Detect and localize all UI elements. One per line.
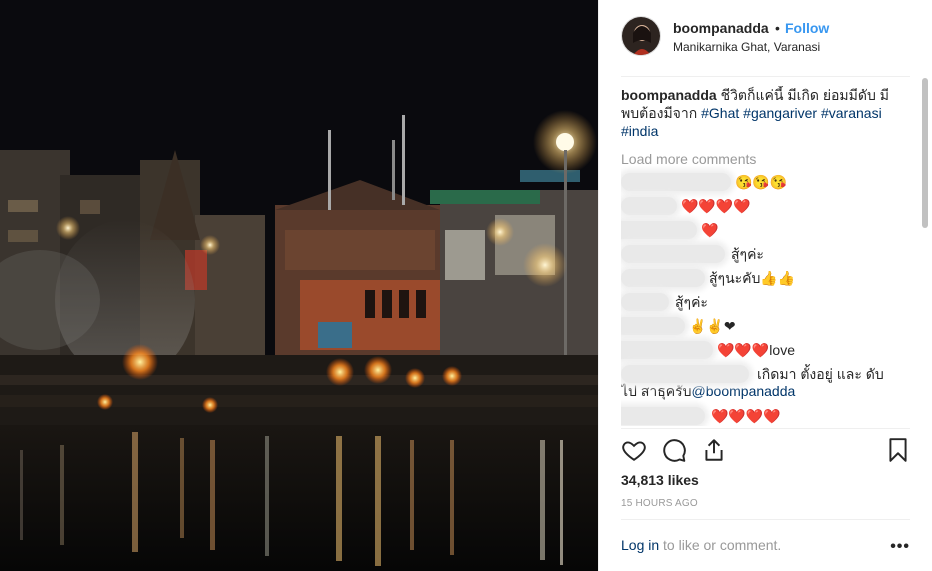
login-prompt-text: to like or comment. xyxy=(659,537,782,553)
follow-button[interactable]: Follow xyxy=(785,20,829,36)
comments-list[interactable]: boompanadda ชีวิตก็แค่นี้ มีเกิด ย่อมมีด… xyxy=(621,86,907,426)
comment-text: สู้ๆนะคับ👍👍 xyxy=(709,270,796,286)
comment-text: เกิดมา ตั้งอยู่ และ ดับ xyxy=(757,366,884,382)
login-link[interactable]: Log in xyxy=(621,537,659,553)
comment-row: สู้ๆนะคับ👍👍 xyxy=(621,266,907,290)
comment-continuation: ไป สาธุครับ@boompanadda xyxy=(621,382,907,404)
caption: boompanadda ชีวิตก็แค่นี้ มีเกิด ย่อมมีด… xyxy=(621,86,907,140)
caption-username[interactable]: boompanadda xyxy=(621,87,717,103)
comment-row: 😘😘😘 xyxy=(621,170,907,194)
more-options-icon[interactable]: ••• xyxy=(890,538,910,556)
hashtag-link[interactable]: #gangariver xyxy=(743,105,817,121)
likes-count[interactable]: 34,813 likes xyxy=(621,472,699,488)
divider xyxy=(621,519,910,520)
post-panel: boompanadda • Follow Manikarnika Ghat, V… xyxy=(598,0,932,571)
comment-row: เกิดมา ตั้งอยู่ และ ดับ xyxy=(621,362,907,383)
redacted-username xyxy=(621,341,713,359)
post-header: boompanadda • Follow Manikarnika Ghat, V… xyxy=(621,14,911,64)
comment-text: สู้ๆค่ะ xyxy=(731,246,764,262)
divider xyxy=(621,428,910,429)
separator-dot: • xyxy=(775,20,780,36)
comment-row: สู้ๆค่ะ xyxy=(621,290,907,314)
hashtag-link[interactable]: #varanasi xyxy=(821,105,882,121)
redacted-username xyxy=(621,245,725,263)
comment-row: ❤️❤️❤️❤️ xyxy=(621,194,907,218)
comment-text: ❤️ xyxy=(701,222,719,238)
location-link[interactable]: Manikarnika Ghat, Varanasi xyxy=(673,40,820,54)
comment-text: ❤️❤️❤️❤️ xyxy=(711,408,781,424)
comment-text: ❤️❤️❤️love xyxy=(717,342,795,358)
redacted-username xyxy=(621,317,685,335)
redacted-username xyxy=(621,173,731,191)
comment-text: ไป สาธุครับ xyxy=(621,383,692,399)
redacted-username xyxy=(621,365,749,383)
redacted-username xyxy=(621,197,677,215)
redacted-username xyxy=(621,293,669,311)
ghat-night-scene xyxy=(0,0,598,571)
comment-text: ✌✌❤ xyxy=(689,318,736,334)
post-timestamp[interactable]: 15 HOURS AGO xyxy=(621,498,698,509)
post-photo[interactable] xyxy=(0,0,598,571)
avatar-image xyxy=(622,17,660,55)
username-link[interactable]: boompanadda xyxy=(673,20,769,36)
login-prompt: Log in to like or comment. xyxy=(621,537,781,553)
bookmark-icon[interactable] xyxy=(885,437,911,463)
mention-link[interactable]: @boompanadda xyxy=(692,383,796,399)
hashtag-link[interactable]: #india xyxy=(621,123,658,139)
comment-row: ✌✌❤ xyxy=(621,314,907,338)
comment-row: ❤️ xyxy=(621,218,907,242)
comment-text: ❤️❤️❤️❤️ xyxy=(681,198,751,214)
action-bar xyxy=(621,437,911,465)
divider xyxy=(621,76,910,77)
redacted-username xyxy=(621,221,697,239)
comment-row: ❤️❤️❤️❤️ xyxy=(621,404,907,426)
comments-scrollbar[interactable] xyxy=(922,78,928,228)
share-icon[interactable] xyxy=(701,437,727,463)
comment-row: สู้ๆค่ะ xyxy=(621,242,907,266)
redacted-username xyxy=(621,407,705,425)
comment-row: ❤️❤️❤️love xyxy=(621,338,907,362)
comment-icon[interactable] xyxy=(661,437,687,463)
comment-text: สู้ๆค่ะ xyxy=(675,294,708,310)
load-more-comments[interactable]: Load more comments xyxy=(621,150,907,168)
comment-text: 😘😘😘 xyxy=(735,174,788,190)
heart-icon[interactable] xyxy=(621,437,647,463)
hashtag-link[interactable]: #Ghat xyxy=(701,105,739,121)
avatar[interactable] xyxy=(621,16,661,56)
redacted-username xyxy=(621,269,705,287)
